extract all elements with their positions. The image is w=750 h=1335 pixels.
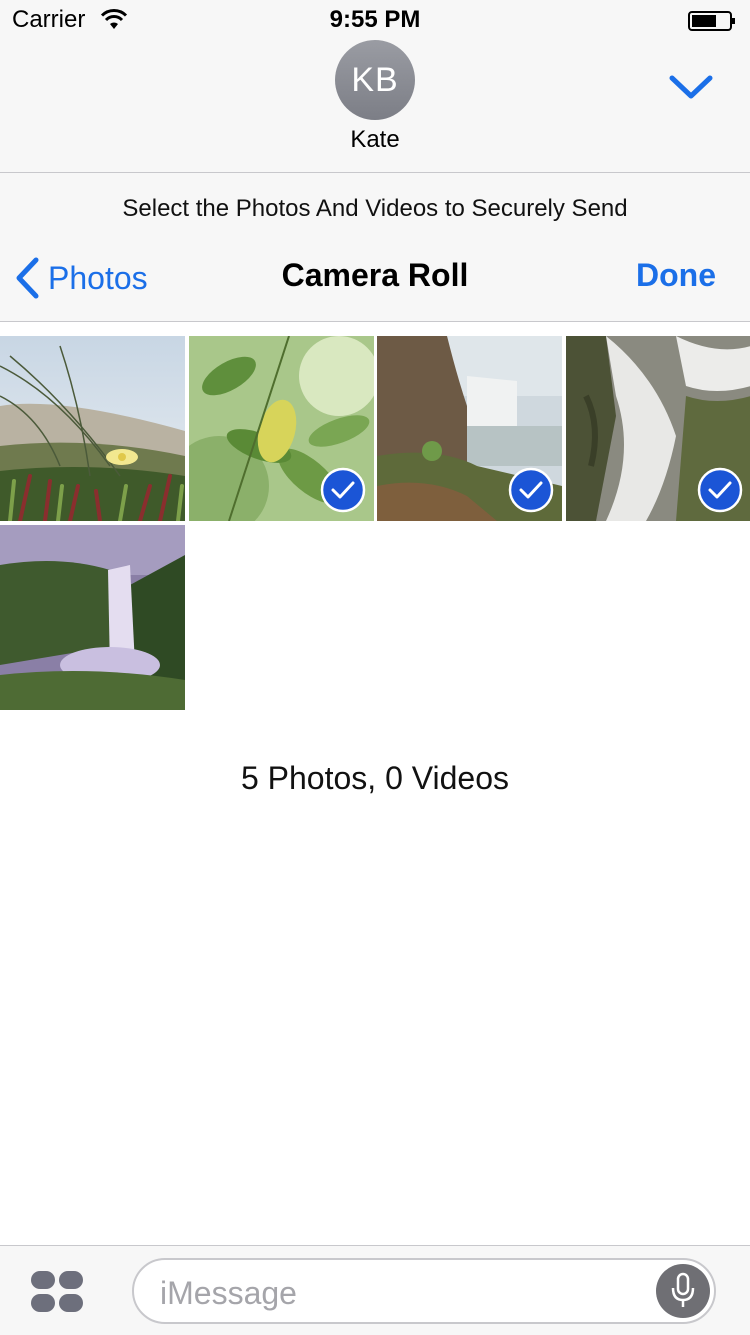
contact-name[interactable]: Kate: [0, 126, 750, 154]
beach-grass-image: [0, 336, 185, 521]
avatar[interactable]: KB: [335, 40, 415, 120]
microphone-button[interactable]: [656, 1264, 710, 1318]
chevron-down-icon[interactable]: [666, 68, 716, 108]
app-drawer-icon[interactable]: [30, 1270, 84, 1314]
photo-thumbnail[interactable]: [0, 525, 185, 710]
message-input-bar: [0, 1245, 750, 1335]
clock: 9:55 PM: [329, 6, 421, 33]
waterfall-dusk-image: [0, 525, 185, 710]
battery-icon: [688, 10, 738, 37]
checkmark-icon: [508, 467, 554, 513]
message-input[interactable]: [158, 1270, 642, 1316]
status-bar: Carrier 9:55 PM: [0, 0, 750, 40]
photo-picker-header: Select the Photos And Videos to Securely…: [0, 173, 750, 322]
microphone-icon: [671, 1272, 695, 1307]
done-button[interactable]: Done: [636, 257, 716, 294]
photo-thumbnail[interactable]: [566, 336, 750, 521]
photo-thumbnail[interactable]: [0, 336, 185, 521]
message-field[interactable]: [132, 1258, 716, 1324]
photo-thumbnail[interactable]: [377, 336, 562, 521]
instruction-text: Select the Photos And Videos to Securely…: [122, 195, 628, 222]
photo-thumbnail[interactable]: [189, 336, 374, 521]
checkmark-icon: [320, 467, 366, 513]
conversation-header: KB Kate: [0, 40, 750, 173]
media-count-label: 5 Photos, 0 Videos: [240, 760, 510, 796]
checkmark-icon: [697, 467, 743, 513]
